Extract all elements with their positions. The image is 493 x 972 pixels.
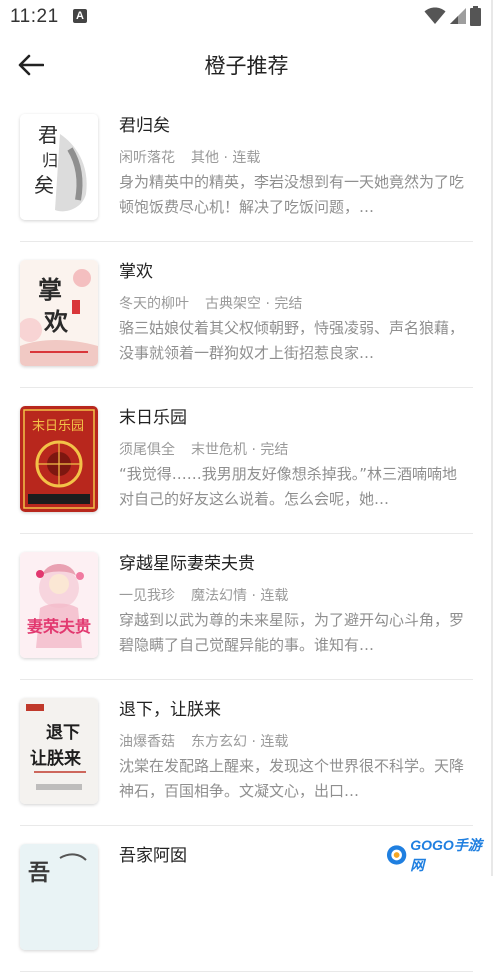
app-header: 橙子推荐: [0, 34, 493, 96]
book-title: 穿越星际妻荣夫贵: [119, 554, 255, 574]
book-list-item[interactable]: 君 归 矣 君归矣 闲听落花 其他 · 连载 身为精英中的精英，李岩没想到有一天她…: [20, 96, 473, 242]
book-text: 君归矣 闲听落花 其他 · 连载 身为精英中的精英，李岩没想到有一天她竟然为了吃顿…: [119, 114, 469, 220]
watermark-text: GOGO手游网: [410, 837, 482, 873]
svg-text:欢: 欢: [43, 307, 69, 336]
book-cover[interactable]: 掌 欢: [20, 260, 98, 366]
book-title: 末日乐园: [119, 408, 187, 428]
book-cover-art: 吾: [20, 844, 98, 950]
book-author: 闲听落花: [119, 150, 175, 166]
book-cover-art: 妻荣夫贵: [20, 552, 98, 658]
book-description: “我觉得……我男朋友好像想杀掉我。”林三酒喃喃地对自己的好友这么说着。怎么会呢，…: [119, 465, 458, 508]
book-author: 须尾俱全: [119, 442, 175, 458]
book-cover-art: 退下 让朕来: [20, 698, 98, 804]
book-text: 穿越星际妻荣夫贵 一见我珍 魔法幻情 · 连载 穿越到以武为尊的未来星际，为了避开…: [119, 552, 469, 658]
book-cover-art: 末日乐园: [20, 406, 98, 512]
book-description: 骆三姑娘仗着其父权倾朝野，恃强凌弱、声名狼藉，没事就领着一群狗奴才上街招惹良家…: [119, 319, 465, 362]
book-category: 末世危机 · 完结: [191, 442, 289, 458]
svg-text:吾: 吾: [28, 860, 50, 886]
status-time: 11:21: [10, 6, 59, 27]
book-cover-art: 君 归 矣: [20, 114, 98, 220]
notification-a-icon: A: [73, 9, 87, 23]
book-category: 其他 · 连载: [191, 150, 261, 166]
battery-icon: [470, 6, 481, 26]
svg-text:掌: 掌: [38, 275, 62, 304]
gogo-logo-icon: [386, 845, 407, 865]
book-title: 掌欢: [119, 262, 153, 282]
book-cover[interactable]: 退下 让朕来: [20, 698, 98, 804]
book-description: 沈棠在发配路上醒来，发现这个世界很不科学。天降神石，百国相争。文凝文心，出口…: [119, 757, 465, 800]
page-title: 橙子推荐: [204, 54, 289, 78]
book-title: 君归矣: [119, 116, 170, 136]
book-category: 古典架空 · 完结: [205, 296, 303, 312]
book-category: 魔法幻情 · 连载: [191, 588, 289, 604]
wifi-icon: [424, 7, 446, 24]
status-indicators: [424, 6, 481, 26]
book-category: 东方玄幻 · 连载: [191, 734, 289, 750]
svg-text:归: 归: [42, 151, 58, 170]
book-meta: 油爆香菇 东方玄幻 · 连载: [119, 732, 469, 752]
svg-text:退下: 退下: [46, 723, 80, 743]
svg-text:矣: 矣: [34, 173, 54, 197]
book-list-item[interactable]: 掌 欢 掌欢 冬天的柳叶 古典架空 · 完结 骆三姑娘仗着其父权倾朝野，恃强凌弱、…: [20, 242, 473, 388]
book-text: 掌欢 冬天的柳叶 古典架空 · 完结 骆三姑娘仗着其父权倾朝野，恃强凌弱、声名狼藉…: [119, 260, 469, 366]
book-author: 油爆香菇: [119, 734, 175, 750]
book-cover[interactable]: 末日乐园: [20, 406, 98, 512]
book-meta: 须尾俱全 末世危机 · 完结: [119, 440, 469, 460]
book-list-item[interactable]: 退下 让朕来 退下，让朕来 油爆香菇 东方玄幻 · 连载 沈棠在发配路上醒来，发现…: [20, 680, 473, 826]
book-list-item[interactable]: 妻荣夫贵 穿越星际妻荣夫贵 一见我珍 魔法幻情 · 连载 穿越到以武为尊的未来星际…: [20, 534, 473, 680]
book-meta: 一见我珍 魔法幻情 · 连载: [119, 586, 469, 606]
book-cover[interactable]: 妻荣夫贵: [20, 552, 98, 658]
book-text: 退下，让朕来 油爆香菇 东方玄幻 · 连载 沈棠在发配路上醒来，发现这个世界很不科…: [119, 698, 469, 804]
book-title: 退下，让朕来: [119, 700, 221, 720]
book-author: 冬天的柳叶: [119, 296, 189, 312]
book-description: 身为精英中的精英，李岩没想到有一天她竟然为了吃顿饱饭费尽心机！解决了吃饭问题，…: [119, 173, 465, 216]
book-cover[interactable]: 君 归 矣: [20, 114, 98, 220]
svg-text:妻荣夫贵: 妻荣夫贵: [27, 617, 91, 636]
svg-text:君: 君: [38, 123, 58, 147]
book-cover-art: 掌 欢: [20, 260, 98, 366]
book-cover[interactable]: 吾: [20, 844, 98, 950]
book-description: 穿越到以武为尊的未来星际，为了避开勾心斗角，罗碧隐瞒了自己觉醒异能的事。谁知有…: [119, 611, 465, 654]
book-meta: 闲听落花 其他 · 连载: [119, 148, 469, 168]
book-list-item[interactable]: 末日乐园 末日乐园 须尾俱全 末世危机 · 完结 “我觉得……我男朋友好像想杀掉我…: [20, 388, 473, 534]
watermark: GOGO手游网: [386, 837, 493, 873]
svg-text:末日乐园: 末日乐园: [32, 419, 84, 434]
book-author: 一见我珍: [119, 588, 175, 604]
cellular-signal-icon: [450, 8, 466, 24]
svg-text:让朕来: 让朕来: [30, 748, 82, 769]
book-text: 末日乐园 须尾俱全 末世危机 · 完结 “我觉得……我男朋友好像想杀掉我。”林三酒…: [119, 406, 469, 512]
book-meta: 冬天的柳叶 古典架空 · 完结: [119, 294, 469, 314]
status-bar: 11:21 A: [0, 0, 493, 34]
